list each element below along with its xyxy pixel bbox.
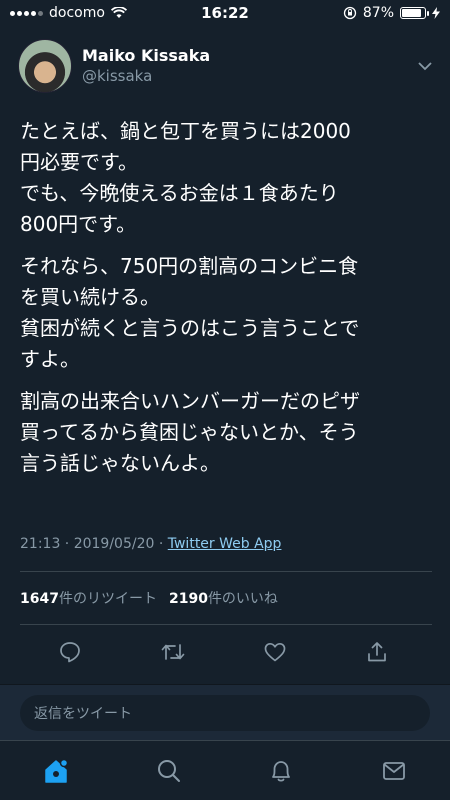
battery-percent: 87% — [362, 5, 394, 21]
heart-icon[interactable] — [257, 634, 293, 670]
like-count-link[interactable]: 2190件のいいね — [169, 588, 278, 608]
battery-icon — [400, 7, 429, 19]
author-handle[interactable]: @kissaka — [82, 66, 210, 86]
author-display-name[interactable]: Maiko Kissaka — [82, 46, 210, 66]
tweet-source-link[interactable]: Twitter Web App — [168, 536, 282, 552]
tweet-text: たとえば、鍋と包丁を買うには2000 円必要です。 でも、今晩使えるお金は１食あ… — [20, 116, 432, 490]
rotation-lock-icon — [343, 6, 357, 20]
comment-icon[interactable] — [52, 634, 88, 670]
bell-icon[interactable] — [263, 753, 299, 789]
tweet-line: 貧困が続くと言うのはこう言うことで — [20, 316, 360, 340]
reply-placeholder: 返信をツイート — [34, 706, 132, 722]
like-count: 2190 — [168, 591, 208, 607]
signal-icon — [10, 10, 43, 16]
tweet-line: たとえば、鍋と包丁を買うには2000 — [20, 119, 351, 143]
chevron-down-icon[interactable] — [414, 55, 436, 77]
tweet-paragraph: それなら、750円の割高のコンビニ食 を買い続ける。 貧困が続くと言うのはこう言… — [20, 251, 432, 375]
reply-input[interactable]: 返信をツイート — [20, 695, 430, 731]
home-icon[interactable] — [38, 753, 74, 789]
search-icon[interactable] — [151, 753, 187, 789]
tweet-line: 800円です。 — [20, 212, 137, 236]
bottom-tab-bar — [0, 740, 450, 800]
divider — [20, 624, 432, 625]
status-bar: docomo 16:22 87% — [0, 0, 450, 26]
author-info[interactable]: Maiko Kissaka @kissaka — [82, 46, 210, 86]
tweet-line: 買ってるから貧困じゃないとか、そう — [20, 420, 359, 444]
retweet-count: 1647 — [20, 591, 59, 607]
tweet-line: 言う話じゃないんよ。 — [20, 451, 220, 475]
retweet-count-label: 件のリツイート — [58, 591, 157, 607]
tweet-header: Maiko Kissaka @kissaka — [18, 38, 436, 94]
divider — [20, 571, 432, 572]
tweet-line: それなら、750円の割高のコンビニ食 — [20, 254, 359, 278]
charging-icon — [432, 7, 440, 19]
tweet-line: 割高の出来合いハンバーガーだのピザ — [20, 389, 360, 413]
wifi-icon — [110, 7, 127, 18]
tweet-paragraph: 割高の出来合いハンバーガーだのピザ 買ってるから貧困じゃないとか、そう 言う話じ… — [20, 386, 432, 479]
mail-icon[interactable] — [376, 753, 412, 789]
retweet-count-link[interactable]: 1647件のリツイート — [20, 588, 157, 608]
retweet-icon[interactable] — [155, 634, 191, 670]
tweet-line: すよ。 — [20, 347, 80, 371]
carrier-group: docomo — [10, 5, 127, 21]
tweet-line: 円必要です。 — [20, 150, 138, 174]
carrier-name: docomo — [49, 5, 105, 21]
reply-bar: 返信をツイート — [0, 684, 450, 740]
tweet-line: でも、今晩使えるお金は１食あたり — [20, 181, 339, 205]
tweet-stats: 1647件のリツイート 2190件のいいね — [20, 588, 278, 608]
like-count-label: 件のいいね — [207, 591, 278, 607]
battery-group: 87% — [343, 5, 440, 21]
tweet-timestamp[interactable]: 21:13 · 2019/05/20 · — [20, 536, 168, 552]
share-icon[interactable] — [359, 634, 395, 670]
tweet-paragraph: たとえば、鍋と包丁を買うには2000 円必要です。 でも、今晩使えるお金は１食あ… — [20, 116, 432, 240]
avatar[interactable] — [18, 39, 72, 93]
tweet-actions — [0, 634, 450, 670]
tweet-line: を買い続ける。 — [20, 285, 160, 309]
tweet-meta: 21:13 · 2019/05/20 · Twitter Web App — [20, 536, 281, 552]
